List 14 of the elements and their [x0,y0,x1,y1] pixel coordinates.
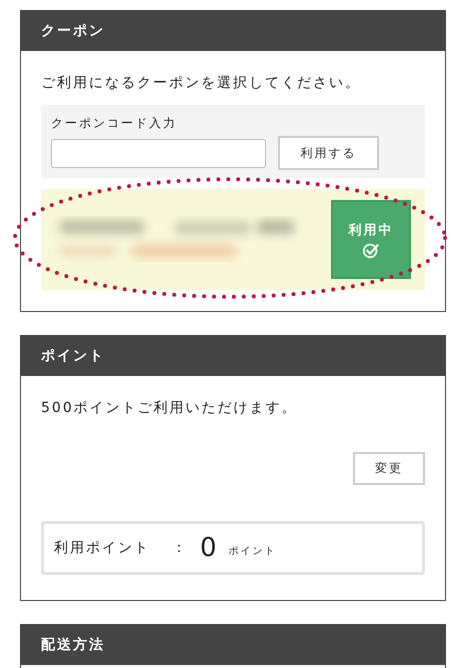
field-label: クーポンコード入力 [51,115,178,132]
available-points-text: 500ポイントご利用いただけます。 [41,399,299,418]
used-points-value: 0 [200,533,217,563]
check-icon [362,240,380,258]
section-header: クーポン [21,11,445,51]
coupon-code-field[interactable] [51,138,266,168]
used-points-label: 利用ポイント [54,539,150,557]
points-unit: ポイント [228,545,277,558]
instruction-text: ご利用になるクーポンを選択してください。 [41,74,362,93]
section-header: 配送方法 [21,625,445,665]
colon-text: ： [172,539,186,557]
change-button[interactable]: 変更 [353,452,425,485]
apply-button[interactable]: 利用する [278,136,379,170]
section-header: ポイント [21,336,445,376]
